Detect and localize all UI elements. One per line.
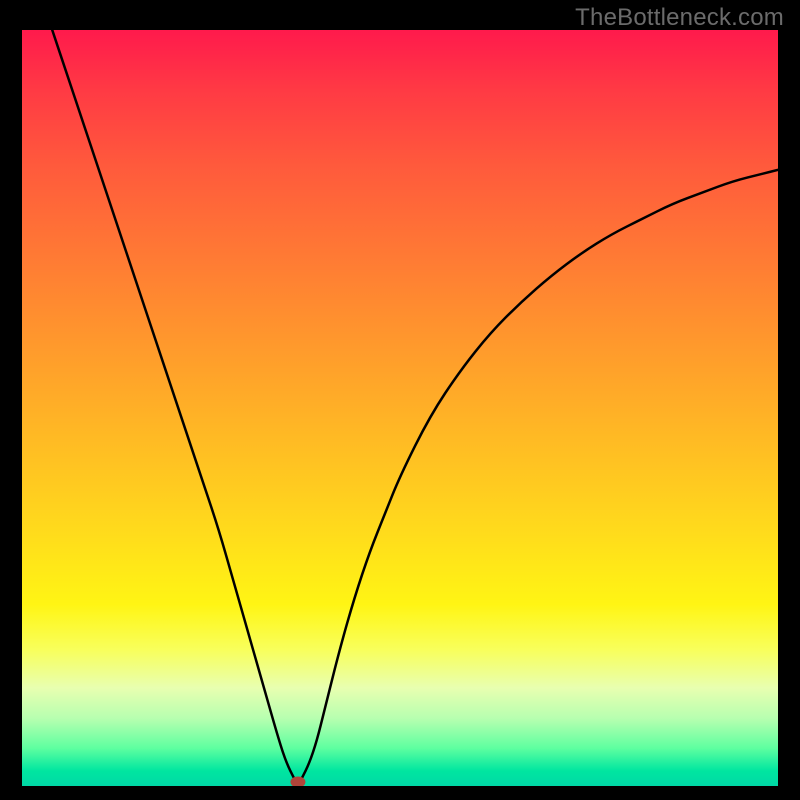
curve-right-branch: [298, 170, 778, 786]
curve-layer: [22, 30, 778, 786]
chart-container: TheBottleneck.com: [0, 0, 800, 800]
curve-left-branch: [52, 30, 298, 786]
plot-area: [22, 30, 778, 786]
minimum-marker: [291, 777, 305, 786]
watermark-text: TheBottleneck.com: [575, 4, 784, 32]
